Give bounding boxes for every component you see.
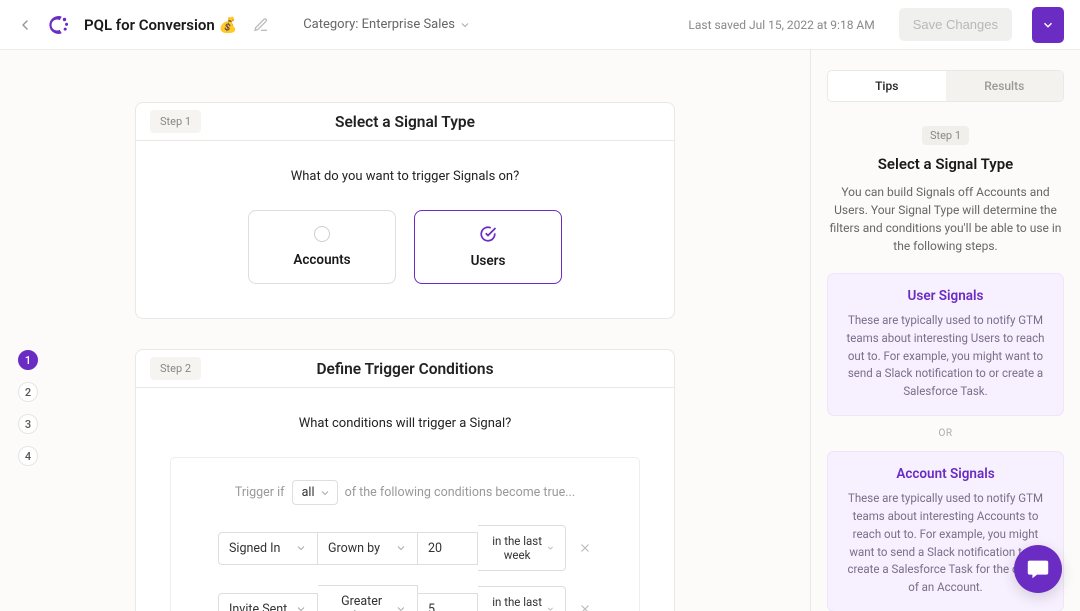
tab-results[interactable]: Results — [946, 71, 1064, 101]
step-dot-3[interactable]: 3 — [18, 414, 38, 434]
save-dropdown-button[interactable] — [1032, 7, 1064, 43]
option-users[interactable]: Users — [414, 210, 562, 284]
chat-widget[interactable] — [1014, 545, 1062, 593]
signal-type-prompt: What do you want to trigger Signals on? — [160, 169, 650, 184]
main-content: 1 2 3 4 Step 1 Select a Signal Type What… — [0, 50, 810, 611]
condition-value-input[interactable]: 5 — [418, 593, 478, 611]
chevron-down-icon — [319, 487, 331, 499]
remove-row-icon[interactable] — [578, 602, 592, 611]
tip-step-badge: Step 1 — [922, 126, 969, 145]
card-title: Define Trigger Conditions — [136, 360, 674, 378]
chevron-down-icon — [395, 603, 407, 611]
user-signals-body: These are typically used to notify GTM t… — [842, 312, 1049, 401]
condition-value-input[interactable]: 20 — [418, 532, 478, 565]
option-accounts-label: Accounts — [293, 252, 350, 268]
chevron-down-icon — [395, 542, 407, 554]
top-bar: PQL for Conversion 💰 Category: Enterpris… — [0, 0, 1080, 50]
tips-tabs: Tips Results — [827, 70, 1064, 102]
signal-type-card: Step 1 Select a Signal Type What do you … — [135, 102, 675, 319]
user-signals-title: User Signals — [842, 288, 1049, 304]
option-users-label: Users — [471, 253, 506, 269]
step-indicator: 1 2 3 4 — [18, 350, 38, 466]
condition-row: Invite Sent Greater than 5 in the last w… — [191, 585, 619, 611]
check-circle-icon — [479, 225, 497, 243]
chevron-down-icon — [546, 603, 555, 611]
trigger-suffix: of the following conditions become true.… — [345, 485, 576, 500]
chevron-down-icon — [295, 542, 307, 554]
condition-range-select[interactable]: in the last week — [478, 525, 566, 571]
step-dot-2[interactable]: 2 — [18, 382, 38, 402]
conditions-container: Trigger if all of the following conditio… — [170, 457, 640, 611]
tips-panel: Tips Results Step 1 Select a Signal Type… — [810, 50, 1080, 611]
or-separator: OR — [827, 428, 1064, 439]
user-signals-card: User Signals These are typically used to… — [827, 273, 1064, 416]
condition-field-select[interactable]: Signed In — [218, 532, 318, 565]
back-button[interactable] — [16, 16, 34, 34]
tip-title: Select a Signal Type — [827, 155, 1064, 173]
last-saved-text: Last saved Jul 15, 2022 at 9:18 AM — [688, 18, 874, 32]
remove-row-icon[interactable] — [578, 541, 592, 555]
step-badge: Step 2 — [150, 357, 201, 380]
category-selector[interactable]: Category: Enterprise Sales — [303, 17, 471, 32]
account-signals-title: Account Signals — [842, 466, 1049, 482]
trigger-prefix: Trigger if — [235, 485, 285, 500]
chevron-down-icon — [1041, 18, 1055, 32]
trigger-mode-select[interactable]: all — [292, 480, 338, 505]
category-label: Category: Enterprise Sales — [303, 17, 455, 32]
card-title: Select a Signal Type — [136, 113, 674, 131]
step-badge: Step 1 — [150, 110, 201, 133]
step-dot-4[interactable]: 4 — [18, 446, 38, 466]
chevron-down-icon — [546, 542, 555, 554]
radio-empty-icon — [314, 226, 330, 242]
chat-icon — [1025, 556, 1051, 582]
condition-row: Signed In Grown by 20 in the last week — [191, 525, 619, 571]
step-dot-1[interactable]: 1 — [18, 350, 38, 370]
edit-title-icon[interactable] — [253, 17, 269, 33]
app-logo — [48, 14, 70, 36]
save-button[interactable]: Save Changes — [899, 8, 1012, 41]
condition-range-select[interactable]: in the last week — [478, 586, 566, 611]
trigger-mode-line: Trigger if all of the following conditio… — [191, 480, 619, 505]
tip-body: You can build Signals off Accounts and U… — [827, 183, 1064, 255]
tab-tips[interactable]: Tips — [828, 71, 946, 101]
condition-operator-select[interactable]: Greater than — [318, 585, 418, 611]
option-accounts[interactable]: Accounts — [248, 210, 396, 284]
chevron-down-icon — [295, 603, 307, 611]
chevron-down-icon — [459, 19, 471, 31]
condition-operator-select[interactable]: Grown by — [318, 532, 418, 565]
conditions-prompt: What conditions will trigger a Signal? — [160, 416, 650, 431]
page-title: PQL for Conversion 💰 — [84, 16, 237, 34]
trigger-conditions-card: Step 2 Define Trigger Conditions What co… — [135, 349, 675, 611]
condition-field-select[interactable]: Invite Sent — [218, 593, 318, 611]
